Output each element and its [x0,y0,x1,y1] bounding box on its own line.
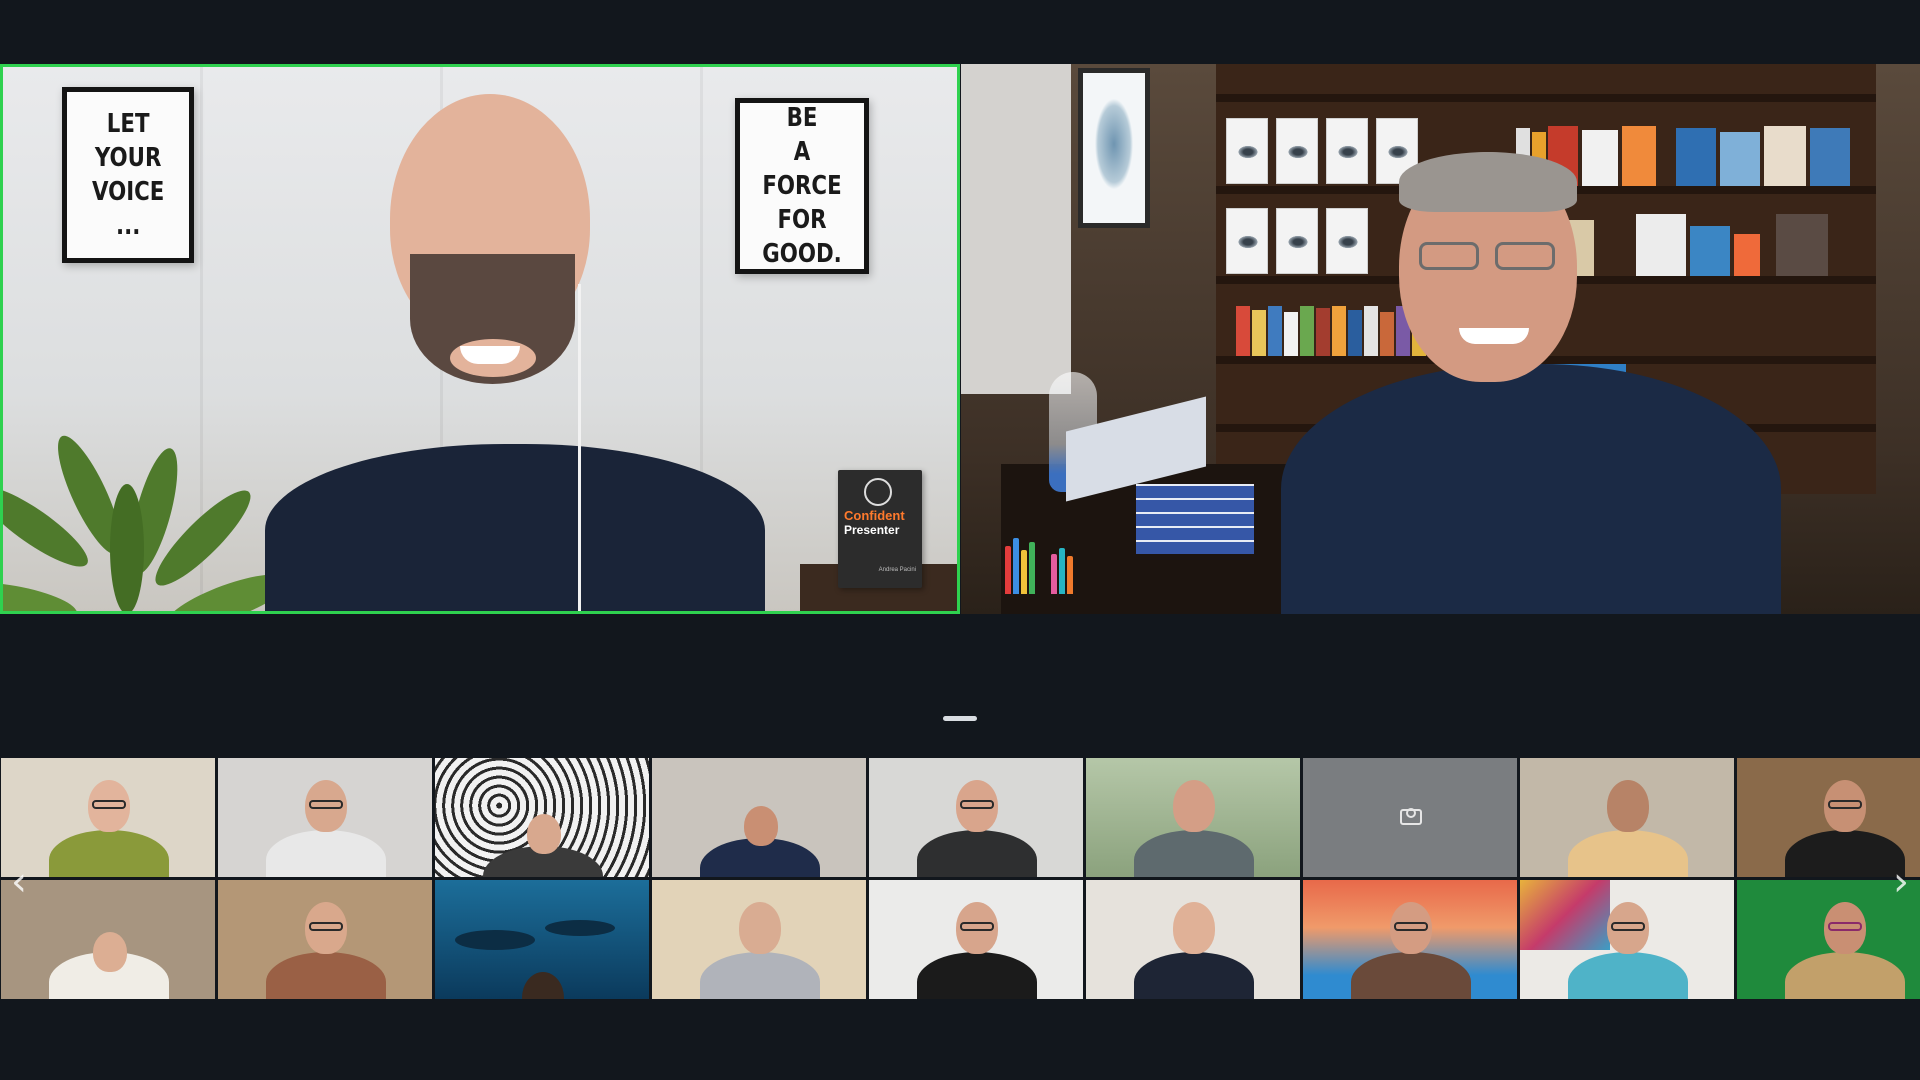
book-title-line2: Presenter [844,523,900,537]
wall-poster-let-your-voice: LET YOUR VOICE ... [62,87,194,263]
resize-handle[interactable] [943,716,977,721]
window-light [961,64,1071,394]
participant-thumbnail[interactable] [868,757,1084,878]
camera-off-icon [1400,808,1422,825]
participant-thumbnail-virtual-bg[interactable] [1302,879,1518,1000]
participant-thumbnail-camera-off[interactable] [1302,757,1518,878]
poster-text: LET YOUR VOICE ... [91,109,165,241]
participant-thumbnail[interactable] [217,879,433,1000]
pencil-cup [1001,534,1111,594]
video-meeting-window: LET YOUR VOICE ... BE A FORCE FOR GOOD. … [0,0,1920,1080]
wall-poster-be-a-force-for-good: BE A FORCE FOR GOOD. [735,98,869,274]
earphone-cable [578,284,581,614]
poster-text: BE A FORCE FOR GOOD. [762,103,842,269]
participant-thumbnail[interactable] [1085,879,1301,1000]
eyeglasses [1419,242,1559,272]
participant-thumbnail-virtual-bg[interactable] [434,879,650,1000]
participant-thumbnail[interactable] [1085,757,1301,878]
participant-thumbnail[interactable] [0,757,216,878]
book-author: Andrea Pacini [878,567,916,573]
speaker-video-tile-right[interactable] [961,64,1920,614]
book-emblem-icon [864,478,892,506]
participant-thumbnail[interactable] [434,757,650,878]
framed-artwork [1078,68,1150,228]
participant-thumbnail[interactable] [868,879,1084,1000]
speaker-video-tile-left[interactable]: LET YOUR VOICE ... BE A FORCE FOR GOOD. … [0,64,960,614]
gallery-next-arrow-icon[interactable]: › [1886,862,1916,902]
participant-gallery [0,757,1920,1001]
book-title-line1: Confident [844,508,905,523]
participant-thumbnail[interactable] [651,757,867,878]
book-confident-presenter: Confident Presenter Andrea Pacini [838,470,922,588]
participant-thumbnail[interactable] [217,757,433,878]
participant-thumbnail[interactable] [1519,879,1735,1000]
participant-thumbnail[interactable] [651,879,867,1000]
gallery-prev-arrow-icon[interactable]: ‹ [4,862,34,902]
participant-thumbnail[interactable] [1519,757,1735,878]
